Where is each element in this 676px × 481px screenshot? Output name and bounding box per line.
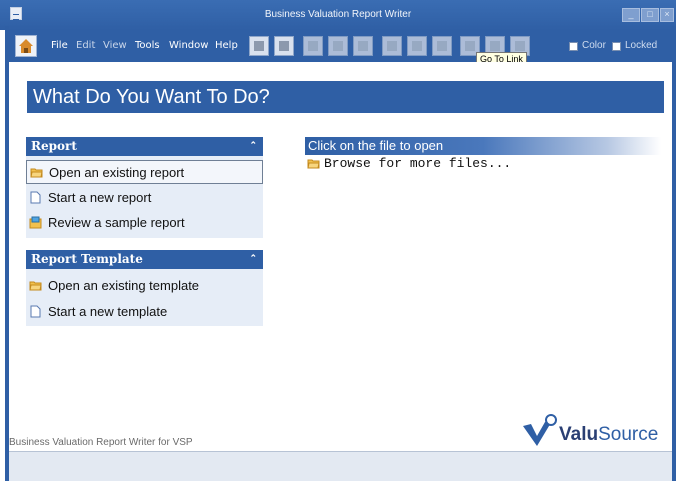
insert-icon[interactable] — [382, 36, 402, 56]
report-panel-header[interactable]: Report ⌃ — [26, 137, 263, 156]
logo-light-text: Source — [598, 424, 659, 445]
menu-help[interactable]: Help — [215, 40, 238, 51]
main-content: What Do You Want To Do? Report ⌃ Open an… — [9, 62, 672, 451]
browse-files-label: Browse for more files... — [324, 156, 512, 171]
menu-tools[interactable]: Tools — [135, 40, 160, 51]
open-existing-report-label: Open an existing report — [49, 165, 185, 180]
template-panel-title: Report Template — [31, 252, 143, 266]
open-existing-template-label: Open an existing template — [48, 278, 200, 293]
blank-document-icon — [30, 191, 41, 204]
blank-document-icon — [30, 305, 41, 318]
open-existing-template[interactable]: Open an existing template — [26, 274, 263, 298]
print-icon[interactable] — [274, 36, 294, 56]
locked-label: Locked — [625, 40, 658, 51]
collapse-icon[interactable]: ⌃ — [249, 137, 257, 156]
folder-open-icon — [307, 159, 320, 169]
title-bar: Business Valuation Report Writer _ □ × — [0, 0, 676, 30]
template-panel-header[interactable]: Report Template ⌃ — [26, 250, 263, 269]
review-sample-report[interactable]: Review a sample report — [26, 211, 263, 235]
save-icon[interactable] — [249, 36, 269, 56]
start-new-template-label: Start a new template — [48, 304, 168, 319]
folder-open-icon — [29, 281, 42, 291]
logo-mark-icon — [523, 414, 557, 446]
template-panel: Report Template ⌃ Open an existing templ… — [26, 250, 263, 326]
window-title: Business Valuation Report Writer — [264, 9, 412, 20]
page-title: What Do You Want To Do? — [27, 81, 664, 113]
copy-icon[interactable] — [303, 36, 323, 56]
logo-wordmark: ValuSource — [559, 424, 658, 446]
review-sample-report-label: Review a sample report — [48, 215, 185, 230]
valusource-logo: ValuSource — [521, 412, 666, 452]
status-bar — [9, 451, 672, 481]
locked-checkbox[interactable] — [612, 42, 621, 51]
minimize-button[interactable]: _ — [622, 8, 640, 22]
menu-edit[interactable]: Edit — [76, 40, 95, 51]
report-panel: Report ⌃ Open an existing report Start a… — [26, 137, 263, 238]
collapse-icon[interactable]: ⌃ — [249, 250, 257, 269]
menu-view[interactable]: View — [103, 40, 127, 51]
start-new-template[interactable]: Start a new template — [26, 300, 263, 324]
menu-file[interactable]: File — [51, 40, 68, 51]
folder-open-icon — [30, 168, 43, 178]
link-icon[interactable] — [407, 36, 427, 56]
start-new-report-label: Start a new report — [48, 190, 152, 205]
sample-report-icon — [29, 216, 42, 229]
toolbar: File Edit View Tools Window Help Color L… — [9, 30, 672, 62]
recent-files-header: Click on the file to open — [305, 137, 661, 155]
window-border-right — [672, 26, 676, 481]
paste-icon[interactable] — [328, 36, 348, 56]
maximize-button[interactable]: □ — [641, 8, 659, 22]
home-icon — [19, 39, 33, 53]
unlink-icon[interactable] — [432, 36, 452, 56]
color-checkbox[interactable] — [569, 42, 578, 51]
color-label: Color — [582, 40, 606, 51]
close-button[interactable]: × — [660, 8, 674, 22]
app-window: Business Valuation Report Writer _ □ × F… — [0, 0, 676, 481]
menu-window[interactable]: Window — [169, 40, 208, 51]
start-new-report[interactable]: Start a new report — [26, 186, 263, 210]
toolbar-strip: File Edit View Tools Window Help Color L… — [9, 32, 672, 60]
logo-bold-text: Valu — [559, 424, 599, 445]
footer-caption: Business Valuation Report Writer for VSP — [9, 437, 193, 448]
format-icon[interactable] — [353, 36, 373, 56]
open-existing-report[interactable]: Open an existing report — [26, 160, 263, 184]
report-panel-title: Report — [31, 139, 77, 153]
home-button[interactable] — [15, 35, 37, 57]
